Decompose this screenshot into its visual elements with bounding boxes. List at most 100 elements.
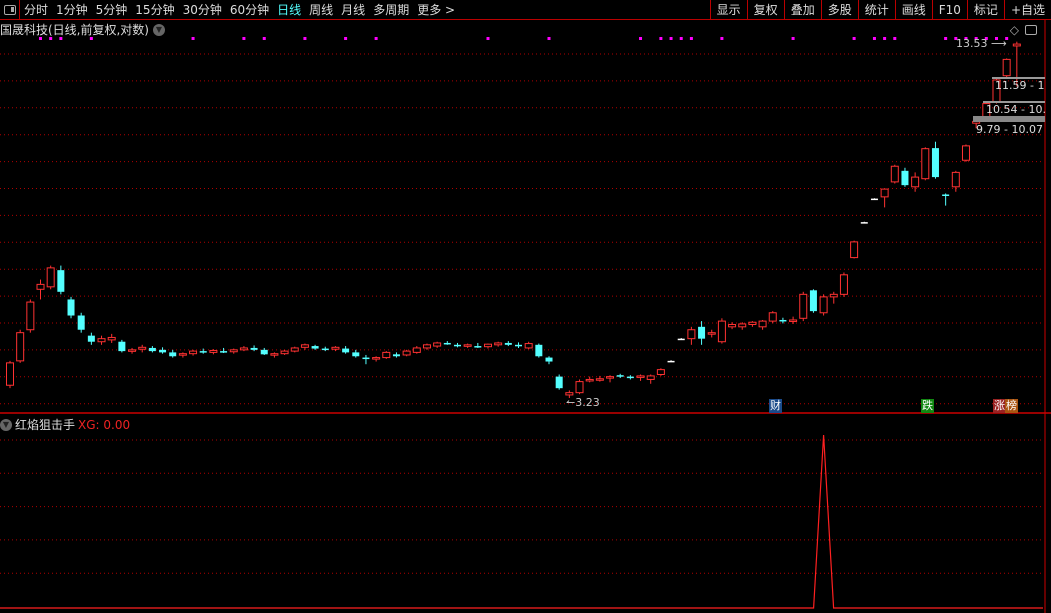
candle[interactable] (352, 349, 360, 358)
candle[interactable] (626, 375, 634, 380)
candle[interactable] (97, 335, 106, 345)
candle[interactable] (901, 167, 909, 187)
candle[interactable] (443, 341, 451, 345)
candle[interactable] (220, 347, 228, 354)
candle[interactable] (717, 318, 726, 344)
finance-tag[interactable]: 财 (769, 399, 782, 413)
candle-body (331, 346, 340, 350)
candle[interactable] (433, 341, 442, 348)
candle-body (260, 349, 268, 355)
candle[interactable] (77, 312, 85, 333)
candle[interactable] (138, 344, 147, 353)
candle[interactable] (57, 265, 65, 295)
candle-body (707, 332, 716, 335)
candle[interactable] (667, 360, 675, 363)
candle[interactable] (107, 333, 116, 343)
candle[interactable] (311, 344, 319, 350)
candle[interactable] (850, 240, 859, 259)
candle[interactable] (606, 375, 615, 383)
candle[interactable] (758, 319, 767, 330)
candle[interactable] (748, 321, 757, 327)
candle[interactable] (148, 346, 156, 353)
candle[interactable] (707, 329, 716, 338)
candle[interactable] (382, 351, 391, 359)
ranking-tag[interactable]: 榜 (1005, 399, 1018, 413)
candle[interactable] (698, 321, 706, 345)
candlestick-chart[interactable] (0, 0, 1051, 613)
candle[interactable] (961, 144, 970, 162)
candle[interactable] (942, 193, 950, 206)
candle[interactable] (209, 349, 218, 355)
candle[interactable] (677, 338, 685, 341)
candle[interactable] (595, 375, 604, 382)
candle[interactable] (36, 279, 45, 300)
candle[interactable] (422, 343, 431, 350)
candle[interactable] (728, 322, 737, 330)
candle[interactable] (229, 348, 238, 354)
candle[interactable] (321, 346, 329, 352)
candle[interactable] (412, 346, 421, 354)
candle[interactable] (545, 356, 553, 365)
candle[interactable] (178, 352, 187, 358)
fall-tag[interactable]: 跌 (921, 399, 934, 413)
candle[interactable] (463, 343, 472, 348)
candle[interactable] (169, 349, 177, 358)
candle[interactable] (524, 341, 533, 350)
candle[interactable] (483, 343, 492, 349)
candle[interactable] (687, 326, 696, 345)
candle[interactable] (372, 356, 381, 362)
candle[interactable] (799, 291, 808, 322)
candle[interactable] (555, 374, 563, 390)
candle[interactable] (1002, 58, 1011, 78)
candle[interactable] (504, 341, 512, 347)
candle[interactable] (392, 352, 400, 358)
candle[interactable] (189, 349, 198, 356)
candle[interactable] (474, 342, 482, 348)
candle[interactable] (646, 374, 655, 384)
candle[interactable] (860, 221, 868, 224)
candle[interactable] (616, 373, 624, 379)
candle[interactable] (342, 346, 350, 354)
candle[interactable] (67, 296, 75, 319)
candle[interactable] (118, 339, 126, 353)
candle[interactable] (16, 329, 25, 363)
candle[interactable] (260, 347, 268, 355)
candle[interactable] (839, 272, 848, 297)
candle[interactable] (402, 349, 411, 357)
candle[interactable] (768, 311, 777, 324)
candle[interactable] (656, 368, 665, 376)
chevron-down-icon[interactable]: ▼ (0, 418, 12, 431)
candle[interactable] (87, 332, 95, 345)
candle[interactable] (789, 316, 798, 324)
candle[interactable] (300, 343, 309, 350)
candle[interactable] (46, 265, 55, 290)
candle[interactable] (239, 346, 248, 352)
candle[interactable] (515, 342, 522, 348)
candle[interactable] (453, 342, 461, 348)
candle[interactable] (890, 164, 899, 184)
candle[interactable] (636, 374, 645, 381)
candle[interactable] (159, 347, 167, 354)
candle[interactable] (270, 352, 279, 358)
candle[interactable] (951, 170, 960, 192)
candle[interactable] (535, 343, 543, 358)
candle[interactable] (199, 348, 207, 354)
candle-body (239, 347, 248, 351)
candle[interactable] (494, 341, 503, 347)
candle[interactable] (575, 379, 584, 395)
candle[interactable] (26, 299, 35, 333)
candle[interactable] (585, 376, 594, 383)
candle[interactable] (128, 347, 137, 354)
candle[interactable] (290, 346, 299, 353)
candle[interactable] (819, 294, 828, 316)
candle[interactable] (880, 188, 889, 208)
candle[interactable] (829, 291, 838, 304)
candle[interactable] (870, 198, 878, 201)
candle[interactable] (280, 349, 289, 355)
candle-body (290, 347, 299, 352)
candle[interactable] (931, 141, 939, 179)
candle[interactable] (362, 354, 370, 365)
candle[interactable] (6, 360, 14, 389)
candle[interactable] (809, 289, 817, 313)
candle[interactable] (921, 147, 930, 181)
